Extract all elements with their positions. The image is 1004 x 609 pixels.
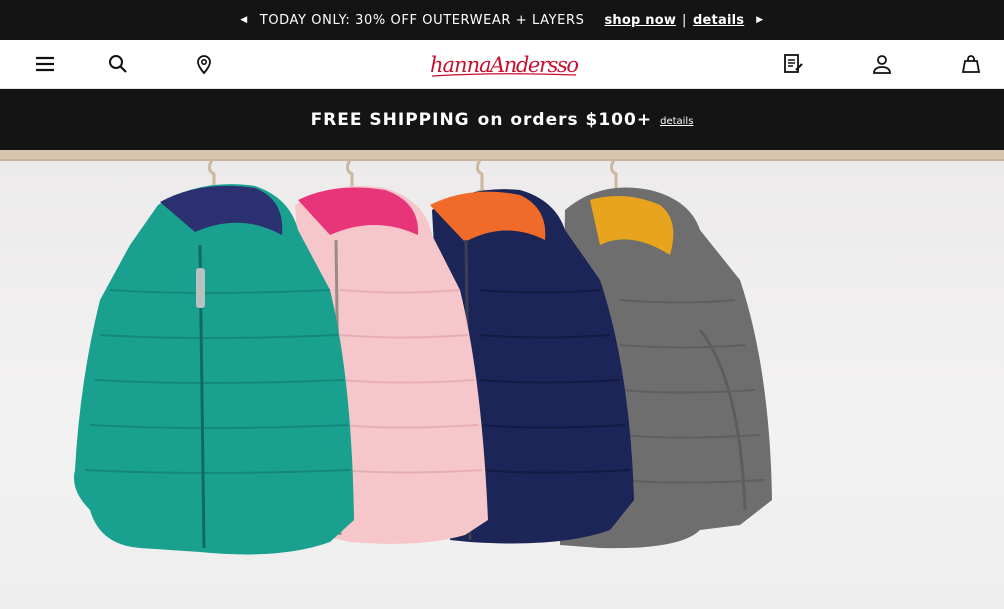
jackets-on-rack-illustration [0,150,1004,555]
search-icon[interactable] [106,52,130,76]
brand-logo[interactable]: hanna Andersson [428,48,578,82]
user-icon[interactable] [870,52,894,76]
free-shipping-title: FREE SHIPPING [310,109,470,130]
promo-separator: | [682,12,688,28]
next-arrow-icon[interactable]: ▶ [756,15,764,25]
logo-wordmark-icon: hanna Andersson [430,53,578,77]
site-header: hanna Andersson [0,40,1004,89]
free-shipping-banner: FREE SHIPPING on orders $100+ details [0,89,1004,150]
location-pin-icon[interactable] [192,52,216,76]
menu-icon[interactable] [33,52,57,76]
shop-now-link[interactable]: shop now [604,13,676,28]
notepad-icon[interactable] [781,52,805,76]
promo-details-link[interactable]: details [693,13,744,28]
free-shipping-text: on orders $100+ [477,109,653,130]
clothing-rail [0,150,1004,159]
shipping-details-link[interactable]: details [660,116,693,127]
promo-message: TODAY ONLY: 30% OFF OUTERWEAR + LAYERS [259,12,585,28]
promo-banner: ◀ TODAY ONLY: 30% OFF OUTERWEAR + LAYERS… [0,0,1004,40]
shopping-bag-icon[interactable] [959,52,983,76]
hero-image[interactable] [0,150,1004,609]
prev-arrow-icon[interactable]: ◀ [240,15,248,25]
